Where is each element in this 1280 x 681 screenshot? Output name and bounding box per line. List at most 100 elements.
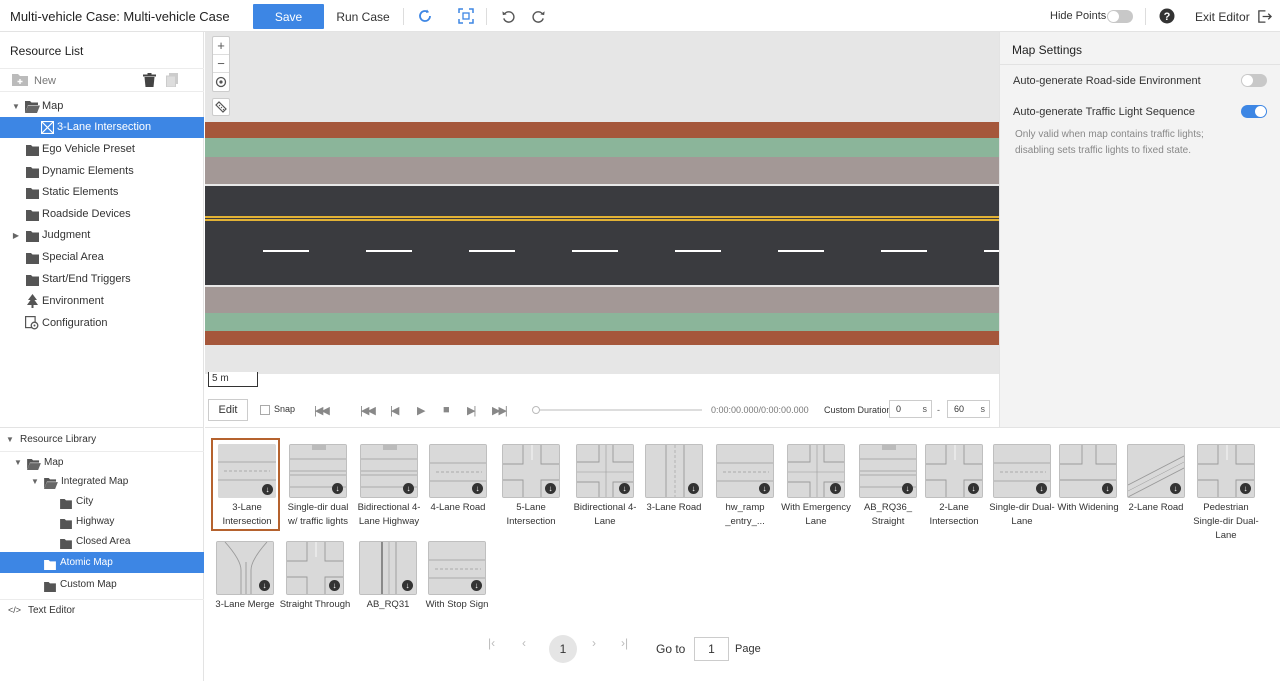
download-icon[interactable]: ↓ [332, 483, 343, 494]
map-card[interactable]: ↓ Straight Through [279, 541, 351, 612]
map-card[interactable]: ↓ Bidirectional 4-Lane [569, 444, 641, 529]
timeline-handle[interactable] [532, 406, 540, 414]
expanded-arrow-icon[interactable]: ▼ [5, 429, 15, 450]
map-card[interactable]: ↓ 5-Lane Intersection [495, 444, 567, 529]
skip-to-start-icon[interactable]: |◀◀ [314, 404, 330, 417]
library-item-closed-area[interactable]: Closed Area [0, 531, 204, 552]
snap-checkbox[interactable] [260, 405, 270, 415]
download-icon[interactable]: ↓ [902, 483, 913, 494]
fit-view-icon[interactable] [457, 7, 475, 25]
map-card[interactable]: ↓ 3-Lane Merge [209, 541, 281, 612]
last-page-icon[interactable]: ›| [621, 636, 628, 650]
download-icon[interactable]: ↓ [759, 483, 770, 494]
map-card[interactable]: ↓ With Widening [1052, 444, 1124, 515]
map-card[interactable]: ↓ AB_RQ36_ Straight [852, 444, 924, 529]
expanded-arrow-icon[interactable]: ▼ [11, 96, 21, 117]
tree-item-static-elements[interactable]: Static Elements [0, 182, 204, 203]
road-side-env-toggle[interactable] [1241, 74, 1267, 87]
download-icon[interactable]: ↓ [830, 483, 841, 494]
delete-icon[interactable] [143, 73, 156, 90]
library-item-atomic-map[interactable]: Atomic Map [0, 552, 204, 573]
map-canvas[interactable] [205, 32, 999, 374]
map-card[interactable]: ↓ Bidirectional 4-Lane Highway [353, 444, 425, 529]
tree-item-judgment[interactable]: ▶ Judgment [0, 225, 204, 246]
download-icon[interactable]: ↓ [1240, 483, 1251, 494]
zoom-in-icon[interactable]: + [213, 37, 229, 55]
duration-start-input[interactable]: 0 s [889, 400, 932, 418]
step-back-icon[interactable]: |◀ [390, 404, 399, 417]
map-card[interactable]: ↓ 2-Lane Road [1120, 444, 1192, 515]
download-icon[interactable]: ↓ [545, 483, 556, 494]
tree-item-map[interactable]: ▼ Map [0, 96, 204, 117]
help-icon[interactable]: ? [1158, 7, 1176, 25]
download-icon[interactable]: ↓ [1036, 483, 1047, 494]
download-icon[interactable]: ↓ [402, 580, 413, 591]
map-card[interactable]: ↓ 2-Lane Intersection [918, 444, 990, 529]
library-item-highway[interactable]: Highway [0, 511, 204, 532]
library-item-map[interactable]: ▼ Map [0, 451, 204, 472]
tree-item-environment[interactable]: Environment [0, 291, 204, 312]
goto-page-input[interactable]: 1 [694, 637, 729, 661]
map-card[interactable]: ↓ With Emergency Lane [780, 444, 852, 529]
map-card[interactable]: ↓ Single-dir Dual-Lane [986, 444, 1058, 529]
new-button[interactable]: New [34, 75, 56, 87]
library-header[interactable]: ▼ Resource Library [0, 429, 204, 450]
download-icon[interactable]: ↓ [968, 483, 979, 494]
library-item-city[interactable]: City [0, 491, 204, 512]
download-icon[interactable]: ↓ [329, 580, 340, 591]
expanded-arrow-icon[interactable]: ▼ [30, 471, 40, 492]
tree-item-ego-vehicle-preset[interactable]: Ego Vehicle Preset [0, 139, 204, 160]
edit-button[interactable]: Edit [208, 399, 248, 421]
map-card[interactable]: ↓ Single-dir dual w/ traffic lights [282, 444, 354, 529]
add-folder-icon[interactable] [12, 73, 28, 89]
map-card[interactable]: ↓ Pedestrian Single-dir Dual-Lane [1190, 444, 1262, 543]
map-card[interactable]: ↓ hw_ramp _entry_... [709, 444, 781, 529]
timeline-slider[interactable] [532, 406, 702, 414]
library-item-custom-map[interactable]: Custom Map [0, 574, 204, 595]
exit-editor-link[interactable]: Exit Editor [1195, 10, 1250, 24]
tree-item-start-end-triggers[interactable]: Start/End Triggers [0, 269, 204, 290]
first-page-icon[interactable]: |‹ [488, 636, 495, 650]
step-forward-icon[interactable]: ▶| [467, 404, 476, 417]
next-page-icon[interactable]: › [592, 636, 596, 650]
download-icon[interactable]: ↓ [403, 483, 414, 494]
logout-icon[interactable] [1255, 7, 1273, 25]
text-editor-item[interactable]: </> Text Editor [0, 599, 204, 620]
zoom-out-icon[interactable]: − [213, 55, 229, 73]
tree-item-roadside-devices[interactable]: Roadside Devices [0, 204, 204, 225]
download-icon[interactable]: ↓ [262, 484, 273, 495]
download-icon[interactable]: ↓ [1102, 483, 1113, 494]
download-icon[interactable]: ↓ [619, 483, 630, 494]
library-item-integrated-map[interactable]: ▼ Integrated Map [0, 471, 204, 492]
ruler-icon[interactable] [212, 98, 230, 116]
map-card[interactable]: ↓ AB_RQ31 [352, 541, 424, 612]
map-card[interactable]: ↓ 3-Lane Road [638, 444, 710, 515]
undo-icon[interactable] [499, 7, 517, 25]
fast-forward-icon[interactable]: ▶▶| [492, 404, 508, 417]
prev-page-icon[interactable]: ‹ [522, 636, 526, 650]
tree-item-special-area[interactable]: Special Area [0, 247, 204, 268]
download-icon[interactable]: ↓ [472, 483, 483, 494]
map-card[interactable]: ↓ With Stop Sign [421, 541, 493, 612]
run-case-button[interactable]: Run Case [333, 4, 393, 29]
page-number-current[interactable]: 1 [549, 635, 577, 663]
download-icon[interactable]: ↓ [471, 580, 482, 591]
download-icon[interactable]: ↓ [1170, 483, 1181, 494]
traffic-light-sequence-toggle[interactable] [1241, 105, 1267, 118]
tree-item-configuration[interactable]: Configuration [0, 313, 204, 334]
tree-item-3-lane-intersection[interactable]: 3-Lane Intersection [0, 117, 204, 138]
play-icon[interactable]: ▶ [417, 404, 426, 417]
save-button[interactable]: Save [253, 4, 324, 29]
refresh-icon[interactable] [416, 7, 434, 25]
stop-icon[interactable]: ■ [443, 404, 450, 416]
download-icon[interactable]: ↓ [688, 483, 699, 494]
map-card[interactable]: ↓ 3-Lane Intersection [211, 444, 283, 529]
redo-icon[interactable] [529, 7, 547, 25]
locate-icon[interactable] [213, 73, 229, 91]
map-card[interactable]: ↓ 4-Lane Road [422, 444, 494, 515]
expanded-arrow-icon[interactable]: ▼ [13, 452, 23, 473]
collapsed-arrow-icon[interactable]: ▶ [11, 225, 21, 246]
hide-points-toggle[interactable] [1107, 10, 1133, 23]
rewind-icon[interactable]: |◀◀ [360, 404, 376, 417]
tree-item-dynamic-elements[interactable]: Dynamic Elements [0, 161, 204, 182]
